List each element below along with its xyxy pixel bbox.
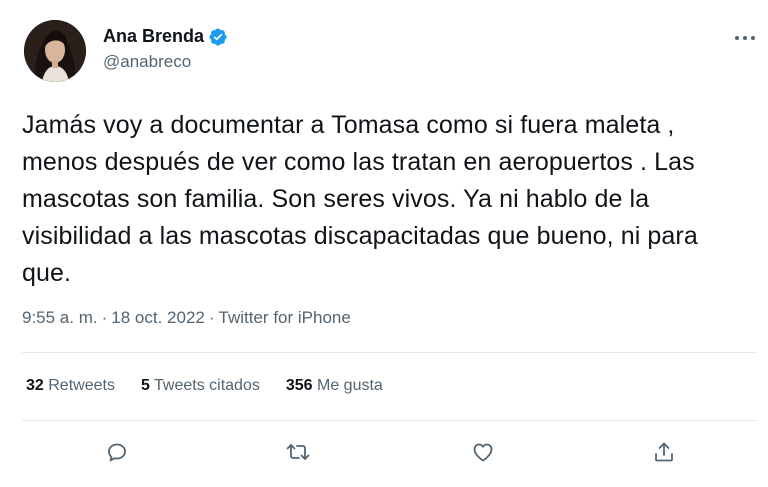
- more-icon[interactable]: [731, 28, 759, 48]
- meta-separator: ·: [208, 308, 215, 327]
- likes-label: Me gusta: [317, 377, 383, 394]
- action-bar: [0, 432, 768, 472]
- tweet-date[interactable]: 18 oct. 2022: [111, 308, 205, 328]
- author-name[interactable]: Ana Brenda: [103, 26, 204, 47]
- like-icon[interactable]: [463, 432, 503, 472]
- quotes-label: Tweets citados: [154, 377, 260, 394]
- retweets-label: Retweets: [48, 377, 115, 394]
- retweet-icon[interactable]: [278, 432, 318, 472]
- tweet-time[interactable]: 9:55 a. m.: [22, 308, 98, 328]
- engagement-stats: 32 Retweets 5 Tweets citados 356 Me gust…: [26, 377, 383, 395]
- tweet-text: Jamás voy a documentar a Tomasa como si …: [22, 111, 698, 287]
- tweet-metadata: 9:55 a. m. · 18 oct. 2022 · Twitter for …: [22, 308, 351, 328]
- verified-badge-icon: [208, 27, 228, 47]
- likes-stat[interactable]: 356 Me gusta: [286, 377, 383, 395]
- meta-separator: ·: [101, 308, 108, 327]
- author-name-row: Ana Brenda: [103, 26, 228, 47]
- author-handle[interactable]: @anabreco: [103, 52, 191, 72]
- divider: [22, 352, 756, 353]
- share-icon[interactable]: [644, 432, 684, 472]
- avatar-image: [24, 20, 86, 82]
- tweet-source[interactable]: Twitter for iPhone: [219, 308, 351, 328]
- quotes-stat[interactable]: 5 Tweets citados: [141, 377, 260, 395]
- retweets-count: 32: [26, 377, 44, 394]
- reply-icon[interactable]: [97, 432, 137, 472]
- likes-count: 356: [285, 377, 313, 394]
- avatar[interactable]: [24, 20, 86, 82]
- retweets-stat[interactable]: 32 Retweets: [26, 377, 115, 395]
- quotes-count: 5: [140, 377, 150, 394]
- tweet-card: Ana Brenda @anabreco Jamás voy a documen…: [0, 0, 768, 487]
- divider: [22, 420, 756, 421]
